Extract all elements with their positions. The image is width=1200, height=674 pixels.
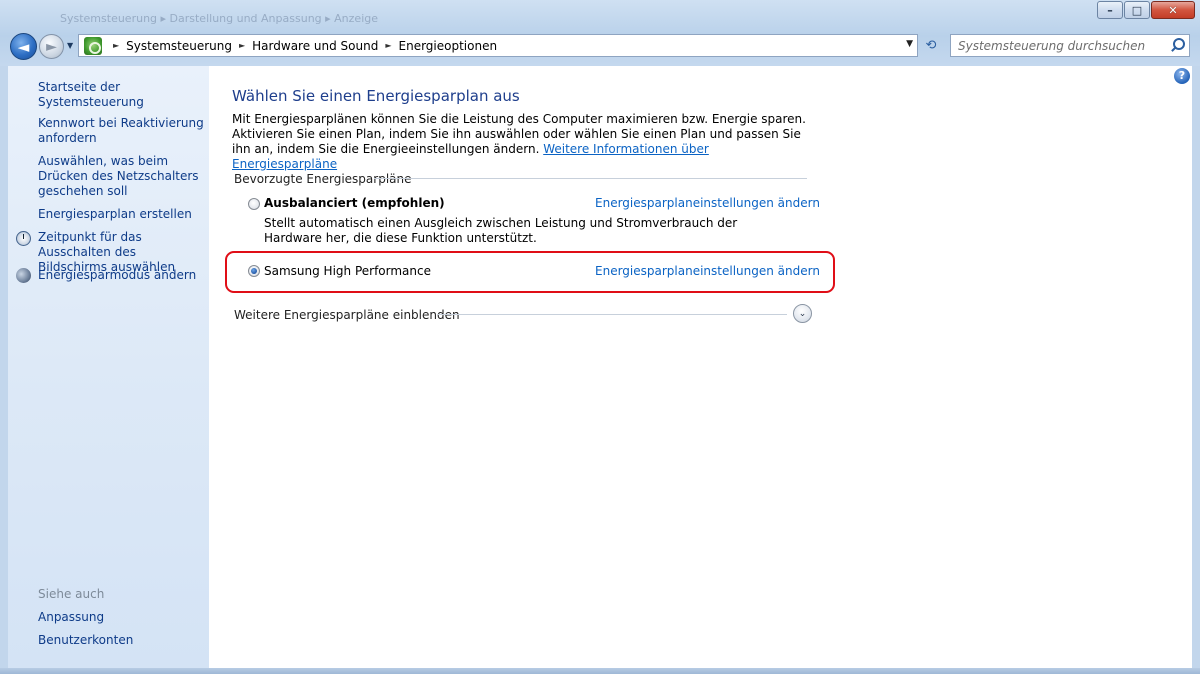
breadcrumb-separator-icon[interactable]: ► xyxy=(113,41,119,50)
intro-paragraph: Mit Energiesparplänen können Sie die Lei… xyxy=(232,112,817,172)
sidebar-item-create-plan[interactable]: Energiesparplan erstellen xyxy=(38,207,208,222)
more-plans-divider xyxy=(437,314,787,315)
expand-button[interactable]: ⌄ xyxy=(793,304,812,323)
maximize-icon: □ xyxy=(1131,3,1143,17)
sidebar-item-power-button-action[interactable]: Auswählen, was beim Drücken des Netzscha… xyxy=(38,154,208,199)
plan-name-balanced[interactable]: Ausbalanciert (empfohlen) xyxy=(264,196,445,210)
main-content: ? Wählen Sie einen Energiesparplan aus M… xyxy=(209,66,1192,668)
see-also-link-benutzerkonten[interactable]: Benutzerkonten xyxy=(38,633,208,648)
breadcrumb-separator-icon[interactable]: ► xyxy=(239,41,245,50)
chevron-down-icon: ⌄ xyxy=(798,309,807,319)
preferred-plans-heading: Bevorzugte Energiesparpläne xyxy=(234,172,412,186)
plan-settings-link-balanced[interactable]: Energiesparplaneinstellungen ändern xyxy=(595,196,820,210)
forward-button[interactable]: ► xyxy=(39,34,64,59)
help-icon[interactable]: ? xyxy=(1174,68,1190,84)
window-left-frame xyxy=(0,66,8,668)
back-arrow-icon: ◄ xyxy=(17,37,30,56)
window-right-frame xyxy=(1192,66,1200,668)
sidebar-home-link[interactable]: Startseite der Systemsteuerung xyxy=(38,80,208,110)
sidebar: Startseite der Systemsteuerung Kennwort … xyxy=(8,66,209,668)
see-also-link-anpassung[interactable]: Anpassung xyxy=(38,610,208,625)
group-divider xyxy=(374,178,807,179)
ghost-window-title: Systemsteuerung ▸ Darstellung und Anpass… xyxy=(60,12,379,25)
plan-name-samsung-high-performance[interactable]: Samsung High Performance xyxy=(264,264,431,278)
back-button[interactable]: ◄ xyxy=(10,33,37,60)
close-button[interactable]: ✕ xyxy=(1151,1,1195,19)
sidebar-item-sleep-mode[interactable]: Energiesparmodus ändern xyxy=(38,268,208,283)
breadcrumb-hardware-und-sound[interactable]: Hardware und Sound xyxy=(252,39,378,53)
clock-icon xyxy=(16,231,31,246)
moon-icon xyxy=(16,268,31,283)
see-also-heading: Siehe auch xyxy=(38,587,105,601)
breadcrumb-energieoptionen[interactable]: Energieoptionen xyxy=(399,39,498,53)
recent-pages-dropdown[interactable]: ▼ xyxy=(67,41,73,50)
minimize-icon: – xyxy=(1107,3,1113,17)
maximize-button[interactable]: □ xyxy=(1124,1,1150,19)
breadcrumb-systemsteuerung[interactable]: Systemsteuerung xyxy=(126,39,232,53)
search-box[interactable] xyxy=(950,34,1190,57)
plan-settings-link-samsung-high-performance[interactable]: Energiesparplaneinstellungen ändern xyxy=(595,264,820,278)
forward-arrow-icon: ► xyxy=(46,38,57,55)
plan-description-balanced: Stellt automatisch einen Ausgleich zwisc… xyxy=(264,216,738,245)
search-icon[interactable] xyxy=(1170,38,1185,52)
window-controls: – □ ✕ xyxy=(1096,1,1195,19)
breadcrumb-separator-icon[interactable]: ► xyxy=(385,41,391,50)
address-bar[interactable]: ► Systemsteuerung ► Hardware und Sound ►… xyxy=(78,34,918,57)
plan-radio-samsung-high-performance[interactable] xyxy=(248,265,260,277)
address-dropdown-icon[interactable]: ▼ xyxy=(906,39,913,49)
page-title: Wählen Sie einen Energiesparplan aus xyxy=(232,87,520,105)
minimize-button[interactable]: – xyxy=(1097,1,1123,19)
control-panel-icon xyxy=(84,36,102,55)
window-bottom-frame xyxy=(0,668,1200,674)
refresh-button[interactable]: ⟲ xyxy=(920,35,942,56)
close-icon: ✕ xyxy=(1168,3,1178,17)
plan-radio-balanced[interactable] xyxy=(248,198,260,210)
sidebar-item-password-on-wakeup[interactable]: Kennwort bei Reaktivierung anfordern xyxy=(38,116,208,146)
search-input[interactable] xyxy=(958,38,1168,53)
show-more-plans-label[interactable]: Weitere Energiesparpläne einblenden xyxy=(234,308,460,322)
intro-text: Mit Energiesparplänen können Sie die Lei… xyxy=(232,112,806,156)
